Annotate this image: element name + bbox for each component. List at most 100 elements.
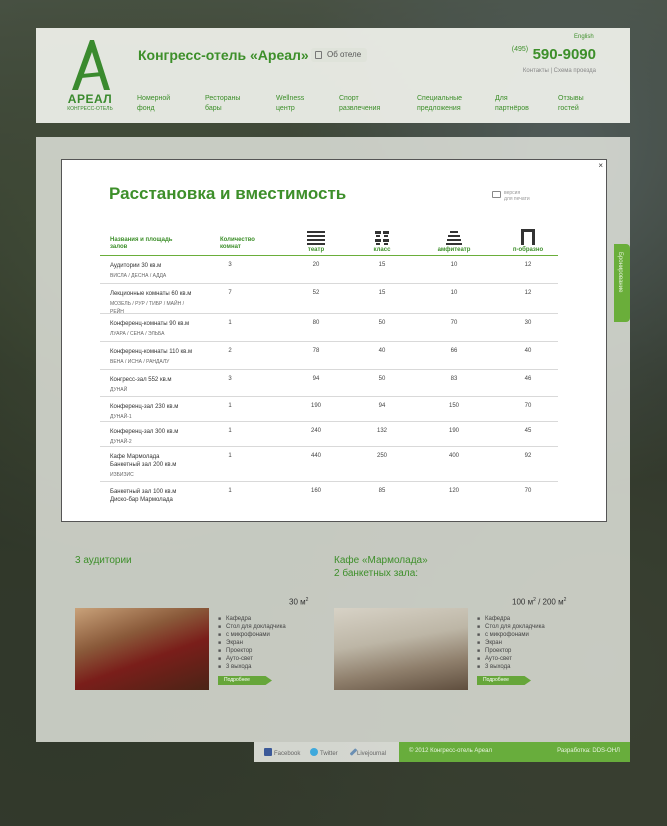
- hall-rooms[interactable]: ВИСЛА / ДЕСНА / АДДА: [110, 272, 220, 280]
- col-header-ushape: п-образно: [508, 222, 548, 256]
- logo-word: АРЕАЛ: [67, 92, 113, 106]
- banquet-photo[interactable]: [334, 608, 468, 690]
- contacts-links[interactable]: Контакты | Схема проезда: [523, 68, 596, 74]
- col-header-amphitheater: амфитеатр: [434, 222, 474, 256]
- hall-rooms[interactable]: ДУНАЙ-2: [110, 438, 220, 446]
- hall-rooms[interactable]: ДУНАЙ-1: [110, 413, 220, 421]
- col-header-theater: театр: [296, 222, 336, 256]
- nav-item-label: Wellness: [276, 95, 305, 102]
- cell-theater: 78: [312, 348, 320, 354]
- banquet-more-button[interactable]: Подробнее: [477, 676, 531, 685]
- nav-item-partners[interactable]: Для партнёров: [495, 94, 551, 114]
- feature-item: Экран: [218, 639, 286, 647]
- cell-amphi: 70: [450, 320, 458, 326]
- table-row: Конференц-комнаты 110 кв.м ВЕНА / ИСНА / …: [100, 342, 558, 370]
- table-row: Конференц-зал 300 кв.м ДУНАЙ-2 1 240 132 …: [100, 422, 558, 447]
- livejournal-link[interactable]: Livejournal: [349, 748, 387, 757]
- hall-name: Аудитории 30 кв.м ВИСЛА / ДЕСНА / АДДА: [110, 262, 220, 280]
- nav-item-sport[interactable]: Спорт развлечения: [339, 94, 395, 114]
- col-header-label: театр: [307, 247, 325, 253]
- cell-class: 15: [378, 290, 386, 296]
- nav-item-label: предложения: [417, 105, 461, 112]
- twitter-label: Twitter: [320, 751, 338, 757]
- facebook-label: Facebook: [274, 751, 301, 757]
- hall-rooms[interactable]: ДУНАЙ: [110, 386, 220, 394]
- nav-item-label: центр: [276, 105, 295, 112]
- cell-amphi: 66: [450, 348, 458, 354]
- col-header-label: п-образно: [512, 247, 544, 253]
- facebook-link[interactable]: Facebook: [264, 748, 300, 757]
- cell-amphi: 150: [448, 403, 459, 409]
- area-label: 30 м2: [289, 597, 308, 607]
- cell-count: 2: [228, 348, 232, 354]
- auditorium-photo[interactable]: [75, 608, 209, 690]
- printer-icon: [492, 191, 501, 198]
- hall-name-text: Конгресс-зал 552 кв.м: [110, 377, 172, 383]
- hall-name-text: Конференц-комнаты 110 кв.м: [110, 349, 193, 355]
- cell-theater: 80: [312, 320, 320, 326]
- cell-count: 7: [228, 290, 232, 296]
- about-hotel-label: Об отеле: [327, 50, 362, 59]
- section-title-auditoriums: 3 аудитории: [75, 555, 132, 566]
- cell-class: 15: [378, 262, 386, 268]
- hotel-title[interactable]: Конгресс-отель «Ареал»: [138, 47, 309, 63]
- col-header-label: амфитеатр: [437, 247, 471, 253]
- feature-item: Проектор: [218, 647, 286, 655]
- developer-link[interactable]: Разработка: DDS-ОНЛ: [557, 748, 620, 754]
- table-row: Лекционные комнаты 60 кв.м МОЗЕЛЬ / РУР /…: [100, 284, 558, 315]
- section-title-cafe: Кафе «Мармолада» 2 банкетных зала:: [334, 554, 428, 580]
- twitter-icon: [310, 748, 318, 756]
- cell-ushape: 92: [524, 453, 532, 459]
- print-version-link[interactable]: версия для печати: [492, 190, 530, 202]
- feature-item: 3 выхода: [477, 663, 545, 671]
- hall-name-text: Аудитории 30 кв.м: [110, 263, 162, 269]
- area-value: 100 м: [512, 597, 534, 607]
- close-icon[interactable]: ×: [598, 161, 603, 170]
- table-header: Названия и площадь залов Количество комн…: [100, 222, 558, 256]
- feature-item: с микрофонами: [218, 631, 286, 639]
- table-row: Конференц-комнаты 90 кв.м ЛУАРА / СЕНА / …: [100, 314, 558, 342]
- auditorium-more-button[interactable]: Подробнее: [218, 676, 272, 685]
- cell-count: 3: [228, 262, 232, 268]
- nav-item-wellness[interactable]: Wellness центр: [276, 94, 332, 114]
- table-row: Банкетный зал 100 кв.м Диско-бар Мармолад…: [100, 482, 558, 508]
- feature-item: 3 выхода: [218, 663, 286, 671]
- nav-item-offers[interactable]: Специальные предложения: [417, 94, 473, 114]
- logo[interactable]: АРЕАЛ КОНГРЕСС-ОТЕЛЬ: [64, 36, 116, 118]
- hall-rooms[interactable]: ЛУАРА / СЕНА / ЭЛЬБА: [110, 330, 220, 338]
- section-title-line: Кафе «Мармолада»: [334, 555, 428, 566]
- col-header-name: Названия и площадь залов: [110, 237, 173, 251]
- area-label: 100 м2 / 200 м2: [512, 597, 566, 607]
- capacity-modal: × Расстановка и вместимость версия для п…: [61, 159, 607, 522]
- hall-name: Конгресс-зал 552 кв.м ДУНАЙ: [110, 376, 220, 394]
- nav-item-label: гостей: [558, 105, 579, 112]
- cell-count: 1: [228, 403, 232, 409]
- hall-rooms[interactable]: ВЕНА / ИСНА / РАНДАЛУ: [110, 358, 220, 366]
- cell-amphi: 10: [450, 262, 458, 268]
- nav-item-label: Рестораны: [205, 95, 241, 102]
- cell-amphi: 120: [448, 488, 459, 494]
- theater-layout-icon: [307, 231, 325, 245]
- language-switch[interactable]: English: [574, 34, 594, 40]
- nav-item-restaurants[interactable]: Рестораны бары: [205, 94, 261, 114]
- area-value: 30 м: [289, 597, 306, 607]
- about-hotel-button[interactable]: Об отеле: [311, 48, 368, 62]
- col-header-label: класс: [373, 247, 391, 253]
- print-label: для печати: [504, 196, 530, 202]
- livejournal-label: Livejournal: [357, 751, 387, 757]
- twitter-link[interactable]: Twitter: [310, 748, 338, 757]
- booking-side-tab[interactable]: Бронирование: [614, 244, 630, 322]
- hall-rooms[interactable]: МОЗЕЛЬ / РУР / ТИБР / МАЙН /: [110, 300, 220, 308]
- cell-class: 132: [376, 428, 387, 434]
- hall-rooms[interactable]: ИЗБИЗИС: [110, 471, 220, 479]
- feature-item: с микрофонами: [477, 631, 545, 639]
- cell-amphi: 190: [448, 428, 459, 434]
- cell-theater: 440: [310, 453, 321, 459]
- phone-number: 590-9090: [532, 46, 596, 63]
- nav-item-rooms[interactable]: Номерной фонд: [137, 94, 193, 114]
- nav-item-reviews[interactable]: Отзывы гостей: [558, 94, 614, 114]
- nav-item-label: Спорт: [339, 95, 359, 102]
- col-header-class: класс: [362, 222, 402, 256]
- nav-item-label: фонд: [137, 105, 155, 112]
- cell-class: 50: [378, 376, 386, 382]
